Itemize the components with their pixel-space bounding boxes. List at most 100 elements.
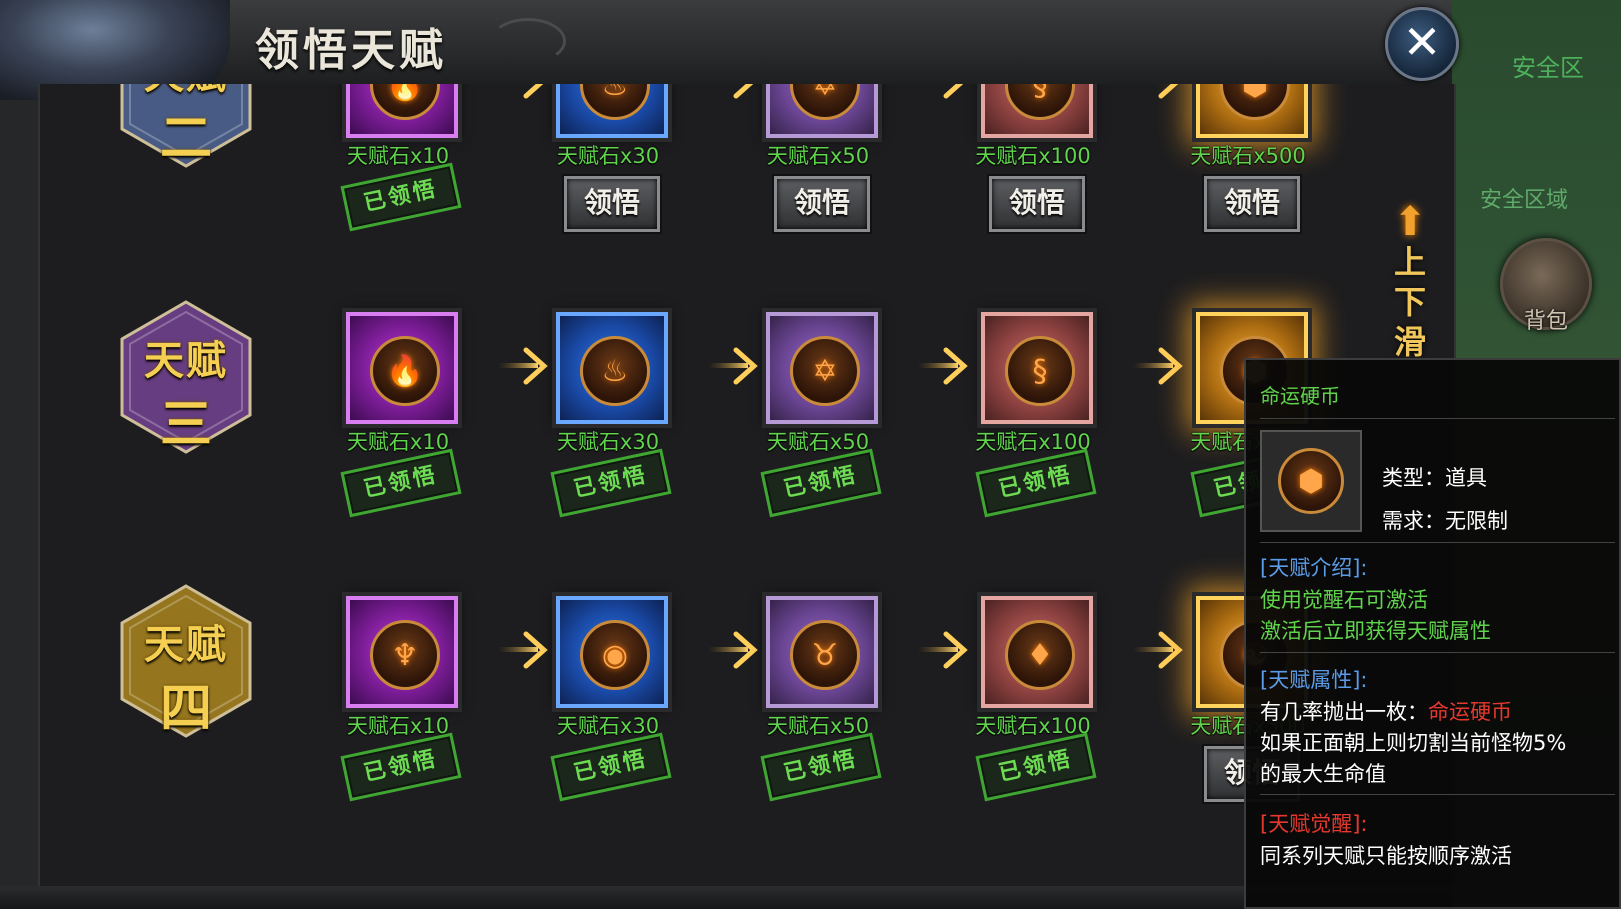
divider (1260, 652, 1615, 653)
talent-row: 天赋四 ♆ 天赋石x10 已领悟 ◉ 天赋石x30 已领悟 ♉ 天赋石x50 已领悟 ♦ 天赋石x10… (40, 584, 1454, 824)
awaken-header: [天赋觉醒]: (1260, 812, 1368, 836)
divider (1260, 794, 1615, 795)
learned-stamp: 已领悟 (975, 448, 1097, 518)
tier-label: 天赋 (144, 621, 228, 668)
talent-slot[interactable]: 🔥 天赋石x10 已领悟 (310, 312, 520, 542)
talent-frame[interactable]: § (981, 84, 1093, 138)
learned-stamp: 已领悟 (550, 448, 672, 518)
requirement-value: 无限制 (1445, 509, 1508, 533)
talent-frame[interactable]: ♉ (766, 596, 878, 708)
item-tooltip: 命运硬币 ⬢ 类型：道具 需求：无限制 [天赋介绍]: 使用觉醒石可激活 激活后… (1244, 358, 1621, 909)
intro-line: 使用觉醒石可激活 (1260, 588, 1428, 612)
talent-cost: 天赋石x30 (556, 714, 660, 738)
window-title: 领悟天赋 (255, 25, 447, 76)
talent-frame[interactable]: ◉ (556, 596, 668, 708)
eye-icon: ◉ (580, 620, 650, 690)
talent-slot[interactable]: ⬢ 天赋石x500 领悟 (1160, 84, 1370, 256)
talent-slot[interactable]: ♨ 天赋石x30 领悟 (520, 84, 730, 256)
hexagram-icon: ✡ (790, 84, 860, 120)
attribute-line: 有几率抛出一枚：命运硬币 (1260, 696, 1512, 726)
tier-label: 天赋 (144, 337, 228, 384)
talent-row: 天赋二 🔥 天赋石x10已领悟 ♨ 天赋石x30 领悟 ✡ 天赋石x50 领悟 § 天赋石x100 领… (40, 84, 1454, 254)
tooltip-requirement-row: 需求：无限制 (1382, 505, 1508, 535)
talent-frame[interactable]: ♨ (556, 84, 668, 138)
awaken-line: 同系列天赋只能按顺序激活 (1260, 844, 1512, 868)
talent-cost: 天赋石x30 (556, 144, 660, 168)
tier-numeral: 四 (159, 678, 212, 739)
bag-button[interactable]: 背包 (1500, 238, 1592, 334)
talent-frame[interactable]: ♆ (346, 596, 458, 708)
attribute-line: 的最大生命值 (1260, 762, 1386, 786)
talent-frame[interactable]: ♨ (556, 312, 668, 424)
hexagram-icon: ✡ (790, 336, 860, 406)
claw-flame-icon: ♆ (370, 620, 440, 690)
talent-slot[interactable]: ✡ 天赋石x50 已领悟 (730, 312, 940, 542)
bottom-border (0, 886, 1452, 909)
tooltip-type-row: 类型：道具 (1382, 462, 1487, 492)
flame-drop-icon: ♨ (580, 84, 650, 120)
divider (1260, 542, 1615, 543)
cloud-ornament-icon (490, 18, 566, 64)
learned-stamp: 已领悟 (975, 732, 1097, 802)
talent-cost: 天赋石x10 (346, 714, 450, 738)
talent-cost: 天赋石x10 (346, 144, 450, 168)
safe-area-label: 安全区域 (1480, 188, 1569, 213)
tier-badge: 天赋三 (118, 300, 254, 455)
talent-frame[interactable]: ✡ (766, 84, 878, 138)
type-label: 类型： (1382, 466, 1445, 490)
talent-slot[interactable]: ◉ 天赋石x30 已领悟 (520, 596, 730, 826)
flame-drop-icon: ♨ (580, 336, 650, 406)
tier-badge: 天赋二 (118, 84, 254, 169)
talent-cost: 天赋石x100 (975, 714, 1091, 738)
talent-slot[interactable]: ♦ 天赋石x100 已领悟 (945, 596, 1155, 826)
talent-slot[interactable]: ♨ 天赋石x30 已领悟 (520, 312, 730, 542)
talent-slot[interactable]: ♉ 天赋石x50 已领悟 (730, 596, 940, 826)
type-value: 道具 (1445, 466, 1487, 490)
shield-icon: ⬢ (1220, 84, 1290, 120)
learn-button[interactable]: 领悟 (774, 176, 870, 232)
learned-stamp: 已领悟 (340, 448, 462, 518)
learn-button[interactable]: 领悟 (564, 176, 660, 232)
safe-zone-label: 安全区 (1512, 54, 1584, 82)
talent-cost: 天赋石x100 (975, 144, 1091, 168)
talent-slot[interactable]: ✡ 天赋石x50 领悟 (730, 84, 940, 256)
talent-frame[interactable]: 🔥 (346, 312, 458, 424)
talent-slot[interactable]: 🔥 天赋石x10 已领悟 (310, 84, 520, 256)
fire-icon: 🔥 (370, 84, 440, 120)
talent-slot[interactable]: § 天赋石x100 已领悟 (945, 312, 1155, 542)
talent-frame[interactable]: ♦ (981, 596, 1093, 708)
learn-button[interactable]: 领悟 (1204, 176, 1300, 232)
attribute-item: 命运硬币 (1428, 700, 1512, 724)
talent-cost: 天赋石x50 (766, 144, 870, 168)
close-button[interactable]: ✕ (1385, 7, 1459, 81)
scroll-hint-char: 滑 (1393, 323, 1426, 361)
talent-cost: 天赋石x500 (1190, 144, 1306, 168)
fire-icon: 🔥 (370, 336, 440, 406)
learned-stamp: 已领悟 (760, 448, 882, 518)
talent-frame[interactable]: § (981, 312, 1093, 424)
talent-window: 领悟天赋 天赋二🔥天赋石x10已领悟♨天赋石x30领悟✡天赋石x50领悟§天赋石… (0, 0, 1456, 909)
learn-button[interactable]: 领悟 (989, 176, 1085, 232)
shield-icon: ⬢ (1278, 448, 1344, 514)
serpent-icon: § (1005, 336, 1075, 406)
tooltip-item-slot: ⬢ (1260, 430, 1362, 532)
talent-frame[interactable]: 🔥 (346, 84, 458, 138)
tier-badge: 天赋四 (118, 584, 254, 739)
requirement-label: 需求： (1382, 509, 1445, 533)
learned-stamp: 已领悟 (340, 162, 462, 232)
scroll-hint-char: 上 (1393, 243, 1426, 281)
talent-slot[interactable]: § 天赋石x100 领悟 (945, 84, 1155, 256)
tier-numeral: 二 (159, 108, 212, 169)
bag-label: 背包 (1523, 309, 1568, 334)
talent-frame[interactable]: ⬢ (1196, 84, 1308, 138)
talent-slot[interactable]: ♆ 天赋石x10 已领悟 (310, 596, 520, 826)
learned-stamp: 已领悟 (760, 732, 882, 802)
talent-frame[interactable]: ✡ (766, 312, 878, 424)
scroll-hint-char: 下 (1393, 283, 1426, 321)
title-bar[interactable]: 领悟天赋 (0, 0, 1452, 100)
talent-cost: 天赋石x10 (346, 430, 450, 454)
attribute-header: [天赋属性]: (1260, 668, 1368, 692)
talent-cost: 天赋石x50 (766, 714, 870, 738)
scroll-hint: ⬆ 上 下 滑 (1387, 202, 1433, 362)
talent-cost: 天赋石x100 (975, 430, 1091, 454)
